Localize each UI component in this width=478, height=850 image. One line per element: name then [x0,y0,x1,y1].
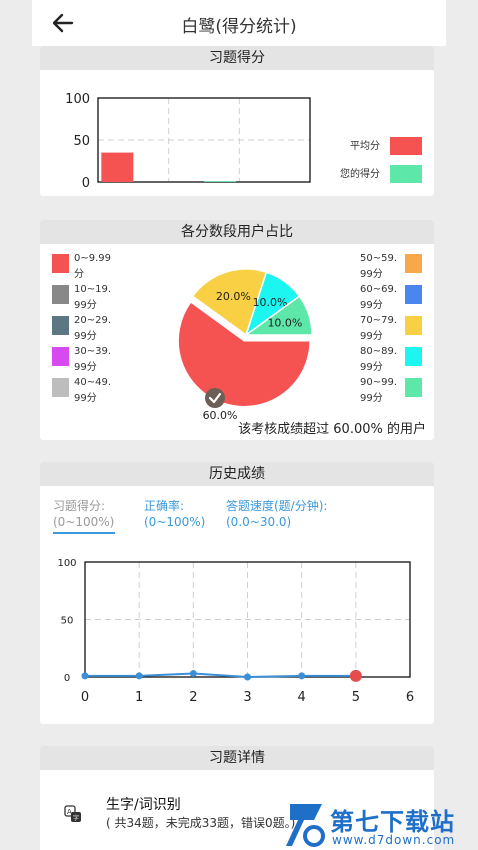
pie-label-0: 60.0% [203,409,238,422]
svg-text:A: A [67,808,72,816]
left-legend-label: 30~39. 99分 [74,346,112,373]
bar-1-1 [204,181,236,182]
checkmark-badge-icon[interactable] [205,388,225,408]
left-legend-swatch [52,254,69,273]
right-legend-swatch [405,316,422,335]
left-legend-label: 20~29. 99分 [74,315,112,342]
page-title: 白鹭(得分统计) [181,17,297,37]
bar-y-tick-label: 0 [82,176,90,191]
left-legend-label: 40~49. 99分 [74,377,112,404]
line-x-tick-label: 5 [352,690,360,705]
bar-y-tick-label: 100 [65,92,90,107]
tab-accuracy-range: (0~100%) [144,515,206,529]
history-card-title: 历史成绩 [40,462,434,486]
legend-your-score-label: 您的得分 [340,169,380,180]
line-y-tick-label: 100 [57,558,76,569]
right-legend-swatch [405,254,422,273]
watermark-url: www.d7down.com [332,833,456,847]
app-header: 白鹭(得分统计) [32,0,446,46]
right-legend-swatch [405,285,422,304]
right-legend-swatch [405,378,422,397]
score-card-title: 习题得分 [40,46,434,70]
pie-label-2: 10.0% [253,296,288,309]
legend-average-label: 平均分 [350,141,380,152]
line-x-tick-label: 2 [189,690,197,705]
distribution-pie-chart: 60.0%20.0% 10.0%10.0% [177,268,313,422]
line-point-0 [81,672,89,680]
left-legend-swatch [52,378,69,397]
right-legend-label: 90~99. 99分 [360,377,398,404]
score-card: 习题得分 0 50 100 平均分 您的得分 [40,46,434,196]
svg-text:字: 字 [73,814,79,822]
left-legend-swatch [52,347,69,366]
line-point-5 [349,669,362,682]
right-legend-label: 80~89. 99分 [360,346,398,373]
left-legend-label: 0~9.99 分 [74,253,112,280]
history-line-chart: 0 50 100 0 1 2 3 4 5 6 [57,558,414,705]
tab-accuracy[interactable]: 正确率: (0~100%) [144,498,205,530]
line-x-tick-label: 1 [135,690,143,705]
pie-label-3: 10.0% [267,316,302,329]
legend-your-score-swatch [390,165,422,183]
history-card: 历史成绩 习题得分: (0~100%) 正确率: (0~100%) 答题速度(题… [40,462,434,724]
watermark-brand: 第七下载站 [330,808,455,836]
line-point-4 [298,672,306,680]
tab-score-underline [53,532,115,534]
right-legend-label: 50~59. 99分 [360,253,398,280]
bar-0-0 [101,152,134,182]
tab-speed-label: 答题速度(题/分钟): [226,499,328,513]
distribution-card: 各分数段用户占比 60.0% 20.0% 10.0% 10.0% 该考核成绩超过 60… [40,220,434,440]
left-legend-swatch [52,316,69,335]
line-point-2 [189,670,197,678]
right-legend-swatch [405,347,422,366]
pie-group: 60.0%20.0% 10.0%10.0% [177,268,313,422]
right-legend-label: 60~69. 99分 [360,284,398,311]
detail-item-title: 生字/词识别 [106,797,181,813]
line-x-tick-label: 0 [81,690,89,705]
watermark-logo-icon [286,804,325,847]
tab-score-range: (0~100%) [53,515,115,529]
right-legend-label: 70~79. 99分 [360,315,398,342]
pie-label-1: 20.0% [216,290,251,303]
line-y-tick-label: 50 [61,616,74,627]
detail-card-title: 习题详情 [40,746,434,770]
line-point-1 [135,672,143,680]
watermark: 第七下载站 www.d7down.com [284,800,478,850]
bar-y-tick-label: 50 [73,134,90,149]
tab-score[interactable]: 习题得分: (0~100%) [53,498,115,534]
left-legend-label: 10~19. 99分 [74,284,112,311]
translate-icon: A 字 [64,805,81,822]
tab-accuracy-label: 正确率: [144,499,185,513]
line-x-tick-label: 6 [406,690,414,705]
line-point-3 [244,673,251,681]
line-x-tick-label: 3 [243,690,251,705]
line-x-tick-label: 4 [298,690,306,705]
left-legend-swatch [52,285,69,304]
check-icon [208,392,222,404]
legend-average-swatch [390,137,422,155]
distribution-card-title: 各分数段用户占比 [40,220,434,244]
tab-score-label: 习题得分: [53,499,106,513]
tab-speed-range: (0.0~30.0) [226,515,292,529]
line-y-tick-label: 0 [64,673,70,684]
distribution-summary: 该考核成绩超过 60.00% 的用户 [238,422,426,437]
tab-speed[interactable]: 答题速度(题/分钟): (0.0~30.0) [226,498,327,530]
